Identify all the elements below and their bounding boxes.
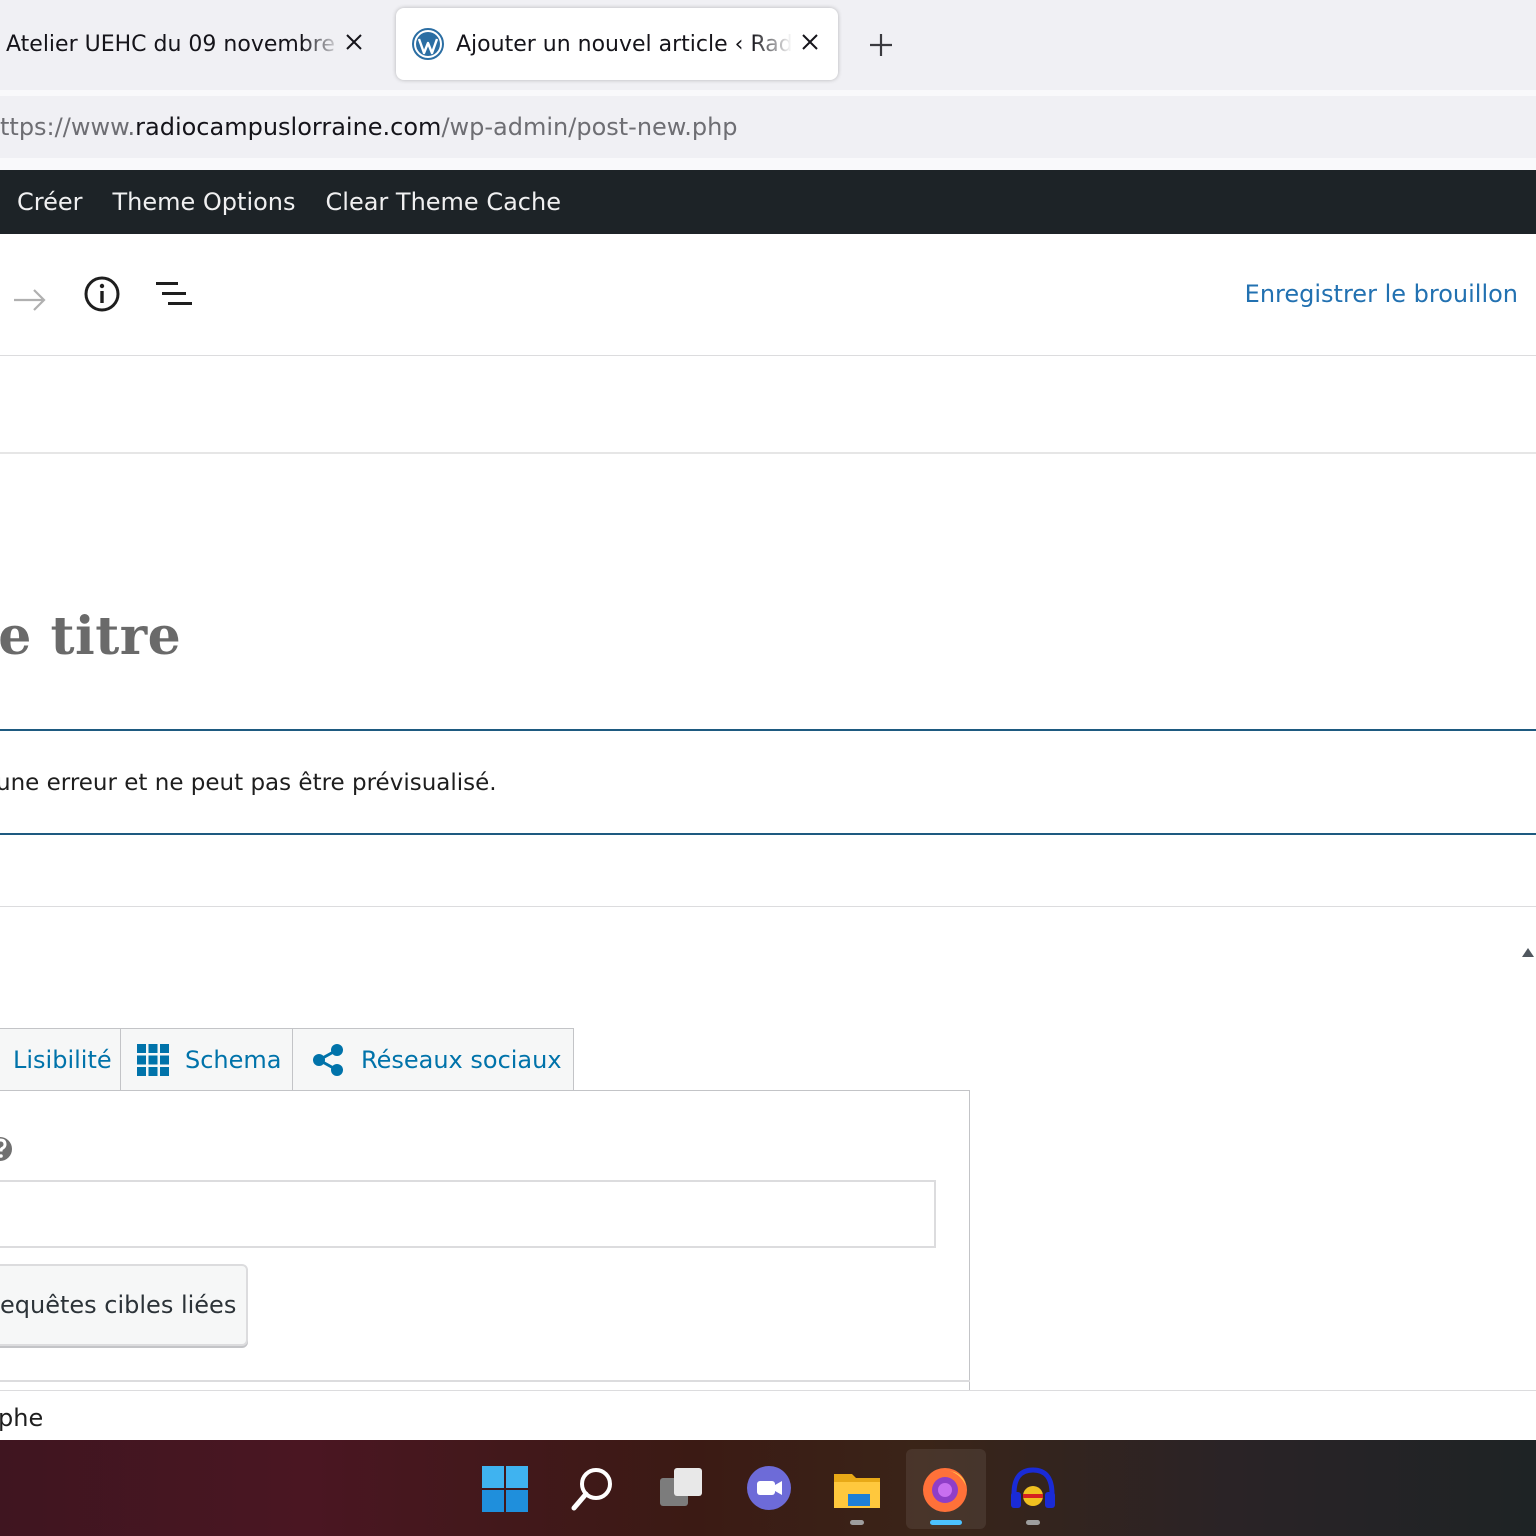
info-icon[interactable]: [82, 274, 122, 314]
collapse-arrow-icon[interactable]: [1520, 944, 1536, 960]
running-indicator: [850, 1520, 864, 1525]
tab-label: Réseaux sociaux: [361, 1046, 562, 1074]
list-view-icon[interactable]: [154, 276, 194, 312]
close-icon[interactable]: [798, 30, 822, 54]
browser-tab-new-post[interactable]: Ajouter un nouvel article ‹ Radio Campus…: [396, 8, 838, 80]
related-button-label: equêtes cibles liées: [0, 1291, 237, 1319]
url-path: /wp-admin/post-new.php: [441, 113, 738, 141]
tab-lisibilite[interactable]: Lisibilité: [0, 1028, 122, 1092]
url-prefix: ttps://www.: [0, 113, 136, 141]
admin-bar-creer[interactable]: Créer: [17, 188, 83, 216]
metabox-divider: [0, 906, 1536, 907]
tab-reseaux-sociaux[interactable]: Réseaux sociaux: [292, 1028, 574, 1092]
editor-footer: [0, 1390, 1536, 1440]
browser-tab-atelier[interactable]: Atelier UEHC du 09 novembre 2022: [0, 8, 380, 80]
teams-chat-icon[interactable]: [744, 1464, 794, 1514]
new-tab-icon[interactable]: [866, 30, 896, 60]
url-domain: radiocampuslorraine.com: [135, 113, 442, 141]
file-explorer-icon[interactable]: [832, 1464, 882, 1514]
share-icon: [313, 1044, 343, 1076]
url-bar-area: ttps://www. radiocampuslorraine.com/wp-ad…: [0, 90, 1536, 170]
windows-start-icon[interactable]: [480, 1464, 530, 1514]
redo-icon[interactable]: [10, 278, 50, 312]
panel-divider: [0, 1380, 970, 1382]
search-icon[interactable]: [568, 1464, 618, 1514]
toolbar-divider: [0, 452, 1536, 454]
close-icon[interactable]: [342, 30, 366, 54]
firefox-icon[interactable]: [920, 1464, 970, 1514]
active-indicator: [930, 1520, 962, 1525]
task-view-icon[interactable]: [656, 1464, 706, 1514]
focus-keyphrase-input[interactable]: [0, 1180, 936, 1248]
tab-schema[interactable]: Schema: [120, 1028, 294, 1092]
wp-admin-bar: Créer Theme Options Clear Theme Cache: [0, 170, 1536, 234]
running-indicator: [1026, 1520, 1040, 1525]
wordpress-icon: [412, 28, 444, 60]
tab-title: Ajouter un nouvel article ‹ Radio Campus…: [456, 31, 792, 57]
url-bar[interactable]: ttps://www. radiocampuslorraine.com/wp-ad…: [0, 96, 1536, 158]
save-draft-button[interactable]: Enregistrer le brouillon: [1245, 280, 1518, 308]
tab-title: Atelier UEHC du 09 novembre 2022: [6, 31, 342, 57]
tab-label: Schema: [185, 1046, 282, 1074]
tab-label: Lisibilité: [13, 1046, 112, 1074]
admin-bar-theme-options[interactable]: Theme Options: [113, 188, 296, 216]
audio-app-icon[interactable]: [1008, 1464, 1058, 1514]
grid-icon: [137, 1044, 169, 1076]
post-title[interactable]: le titre: [0, 606, 181, 667]
block-breadcrumb[interactable]: phe: [0, 1404, 43, 1432]
related-keyphrases-button[interactable]: equêtes cibles liées: [0, 1264, 248, 1346]
admin-bar-clear-theme-cache[interactable]: Clear Theme Cache: [326, 188, 561, 216]
block-error-message: une erreur et ne peut pas être prévisual…: [0, 770, 497, 796]
help-icon[interactable]: [0, 1135, 20, 1163]
